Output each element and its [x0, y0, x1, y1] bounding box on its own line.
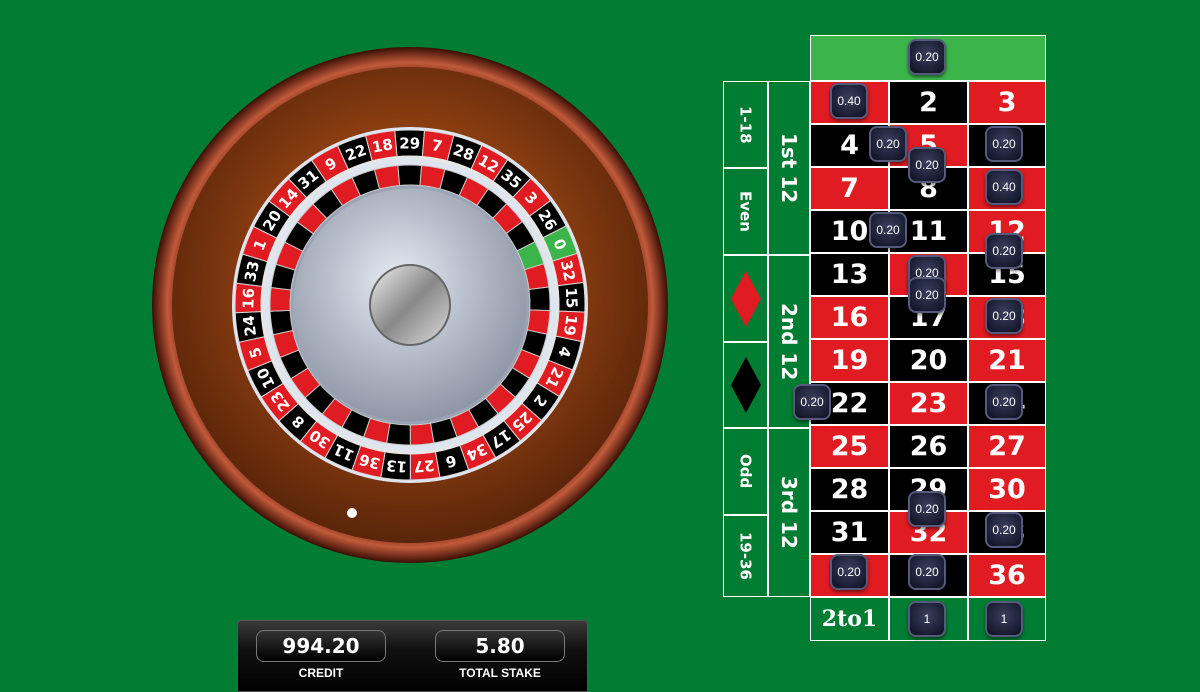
bet-chip-fourteen-b[interactable]: 0.20 [908, 277, 946, 313]
number-cell-31[interactable]: 31 [810, 511, 889, 554]
bet-chip-ten-eleven[interactable]: 0.20 [869, 212, 907, 248]
number-cell-26[interactable]: 26 [889, 425, 968, 468]
number-cell-2[interactable]: 2 [889, 81, 968, 124]
bet-chip-thirtythree[interactable]: 0.20 [985, 512, 1023, 548]
credit-value: 994.20 [256, 630, 386, 662]
wheel-pocket [386, 422, 411, 446]
wheel-number-label: 29 [399, 134, 420, 152]
roulette-ball [347, 508, 357, 518]
wheel-number-label: 18 [371, 135, 395, 156]
wheel-number-label: 19 [560, 314, 580, 337]
bet-chip-four-five[interactable]: 0.20 [869, 126, 907, 162]
bet-chip-eighteen[interactable]: 0.20 [985, 298, 1023, 334]
bet-chip-twentyfour[interactable]: 0.20 [985, 384, 1023, 420]
wheel-pocket [409, 422, 435, 446]
number-cell-23[interactable]: 23 [889, 382, 968, 425]
bet-chip-nine[interactable]: 0.40 [985, 169, 1023, 205]
wheel-number-label: 15 [562, 287, 581, 309]
total-stake-value: 5.80 [435, 630, 565, 662]
wheel-pocket [269, 309, 294, 336]
number-cell-16[interactable]: 16 [810, 296, 889, 339]
bet-chip-zero[interactable]: 0.20 [908, 39, 946, 75]
black-bet-cell[interactable] [723, 342, 768, 428]
number-cell-36[interactable]: 36 [968, 554, 1046, 597]
number-cell-13[interactable]: 13 [810, 253, 889, 296]
number-cell-27[interactable]: 27 [968, 425, 1046, 468]
bet-chip-column-3[interactable]: 1 [985, 601, 1023, 637]
low-bet-cell[interactable]: 1-18 [723, 81, 768, 168]
bet-chip-five-eight[interactable]: 0.20 [908, 147, 946, 183]
bet-chip-twentynine-thirtytwo[interactable]: 0.20 [908, 491, 946, 527]
number-cell-20[interactable]: 20 [889, 339, 968, 382]
black-diamond-icon [730, 357, 761, 413]
wheel-hub [369, 264, 451, 346]
number-cell-21[interactable]: 21 [968, 339, 1046, 382]
number-cell-30[interactable]: 30 [968, 468, 1046, 511]
bet-chip-thirtyfive[interactable]: 0.20 [908, 554, 946, 590]
roulette-wheel[interactable]: 0321519421225173462713361130823105241633… [148, 40, 673, 570]
even-bet-cell[interactable]: Even [723, 168, 768, 255]
wheel-number-label: 13 [385, 456, 407, 476]
bet-chip-column-2[interactable]: 1 [908, 601, 946, 637]
wheel-number-label: 24 [240, 314, 261, 337]
credit-label: CREDIT [298, 666, 344, 680]
wheel-number-label: 16 [239, 288, 258, 310]
odd-bet-cell[interactable]: Odd [723, 428, 768, 515]
wheel-number-label: 27 [413, 456, 435, 476]
bet-chip-six[interactable]: 0.20 [985, 126, 1023, 162]
bet-chip-twelve-fifteen[interactable]: 0.20 [985, 233, 1023, 269]
wheel-pocket [373, 164, 401, 190]
number-cell-19[interactable]: 19 [810, 339, 889, 382]
wheel-pocket [269, 286, 292, 312]
betting-board[interactable]: 1-18 Even Odd 19-36 1st 12 2nd 12 3rd 12… [723, 35, 1048, 642]
red-bet-cell[interactable] [723, 255, 768, 342]
red-diamond-icon [730, 270, 761, 327]
number-cell-3[interactable]: 3 [968, 81, 1046, 124]
total-stake-label: TOTAL STAKE [459, 666, 541, 680]
wheel-pocket [528, 286, 551, 312]
bet-chip-thirtyfour[interactable]: 0.20 [830, 554, 868, 590]
number-cell-7[interactable]: 7 [810, 167, 889, 210]
number-cell-28[interactable]: 28 [810, 468, 889, 511]
wheel-pocket [397, 164, 423, 186]
column-bet-1[interactable]: 2to1 [810, 597, 889, 641]
third-dozen-cell[interactable]: 3rd 12 [768, 428, 810, 597]
high-bet-cell[interactable]: 19-36 [723, 515, 768, 597]
status-panel: 994.20 CREDIT 5.80 TOTAL STAKE [237, 620, 588, 692]
first-dozen-cell[interactable]: 1st 12 [768, 81, 810, 255]
bet-chip-one[interactable]: 0.40 [830, 83, 868, 119]
bet-chip-twentytwo[interactable]: 0.20 [793, 384, 831, 420]
number-cell-25[interactable]: 25 [810, 425, 889, 468]
